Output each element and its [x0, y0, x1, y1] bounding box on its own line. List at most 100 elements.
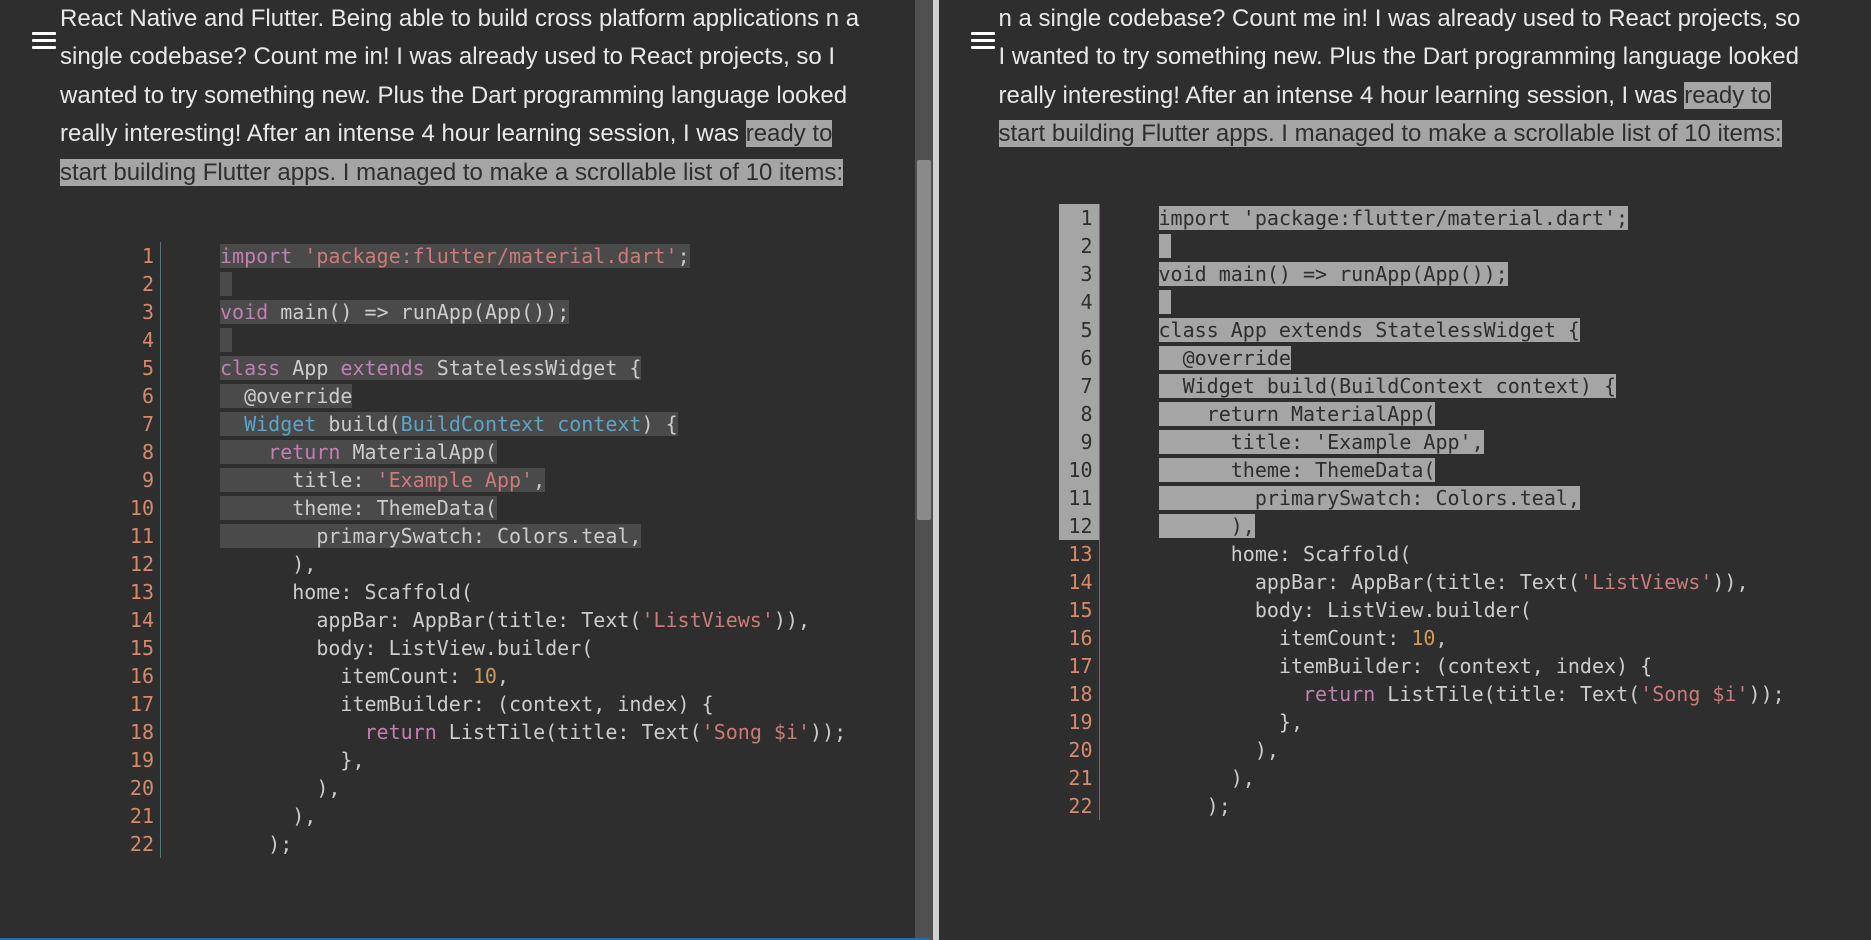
- code-line: 12 ),: [1059, 512, 1812, 540]
- code-line: 6 @override: [1059, 344, 1812, 372]
- code-content: @override: [160, 382, 352, 410]
- line-number: 3: [120, 298, 160, 326]
- code-content: import 'package:flutter/material.dart';: [1099, 204, 1629, 232]
- code-content: theme: ThemeData(: [160, 494, 497, 522]
- code-line: 11 primarySwatch: Colors.teal,: [120, 522, 873, 550]
- scrollbar[interactable]: [915, 0, 933, 940]
- code-content: itemBuilder: (context, index) {: [160, 690, 714, 718]
- right-content: n a single codebase? Count me in! I was …: [939, 0, 1871, 820]
- line-number: 9: [1059, 428, 1099, 456]
- code-line: 16 itemCount: 10,: [1059, 624, 1812, 652]
- code-line: 21 ),: [120, 802, 873, 830]
- code-content: return ListTile(title: Text('Song $i'));: [1099, 680, 1785, 708]
- line-number: 10: [120, 494, 160, 522]
- line-number: 7: [1059, 372, 1099, 400]
- code-content: return ListTile(title: Text('Song $i'));: [160, 718, 846, 746]
- code-content: theme: ThemeData(: [1099, 456, 1436, 484]
- line-number: 19: [1059, 708, 1099, 736]
- code-content: ),: [1099, 736, 1279, 764]
- code-line: 4: [1059, 288, 1812, 316]
- code-block: 1import 'package:flutter/material.dart';…: [120, 242, 873, 858]
- code-line: 18 return ListTile(title: Text('Song $i'…: [1059, 680, 1812, 708]
- code-content: ),: [160, 802, 316, 830]
- code-content: Widget build(BuildContext context) {: [1099, 372, 1617, 400]
- line-number: 17: [1059, 652, 1099, 680]
- code-line: 20 ),: [1059, 736, 1812, 764]
- code-content: primarySwatch: Colors.teal,: [1099, 484, 1580, 512]
- code-line: 13 home: Scaffold(: [120, 578, 873, 606]
- line-number: 8: [1059, 400, 1099, 428]
- code-line: 3void main() => runApp(App());: [120, 298, 873, 326]
- left-pane: React Native and Flutter. Being able to …: [0, 0, 933, 940]
- code-line: 15 body: ListView.builder(: [120, 634, 873, 662]
- code-line: 8 return MaterialApp(: [1059, 400, 1812, 428]
- code-content: [1099, 232, 1171, 260]
- code-content: ),: [1099, 764, 1255, 792]
- paragraph-text: React Native and Flutter. Being able to …: [60, 5, 859, 147]
- code-line: 16 itemCount: 10,: [120, 662, 873, 690]
- line-number: 15: [120, 634, 160, 662]
- line-number: 7: [120, 410, 160, 438]
- line-number: 12: [1059, 512, 1099, 540]
- code-line: 15 body: ListView.builder(: [1059, 596, 1812, 624]
- code-line: 6 @override: [120, 382, 873, 410]
- code-line: 19 },: [1059, 708, 1812, 736]
- scrollbar-thumb[interactable]: [917, 160, 931, 520]
- code-line: 20 ),: [120, 774, 873, 802]
- code-content: ),: [160, 774, 340, 802]
- line-number: 11: [120, 522, 160, 550]
- code-line: 17 itemBuilder: (context, index) {: [120, 690, 873, 718]
- code-content: return MaterialApp(: [160, 438, 497, 466]
- line-number: 5: [1059, 316, 1099, 344]
- line-number: 17: [120, 690, 160, 718]
- left-content: React Native and Flutter. Being able to …: [0, 0, 933, 858]
- code-line: 3void main() => runApp(App());: [1059, 260, 1812, 288]
- line-number: 1: [120, 242, 160, 270]
- code-content: title: 'Example App',: [1099, 428, 1484, 456]
- line-number: 13: [120, 578, 160, 606]
- line-number: 14: [1059, 568, 1099, 596]
- code-content: void main() => runApp(App());: [1099, 260, 1508, 288]
- code-content: itemBuilder: (context, index) {: [1099, 652, 1653, 680]
- line-number: 16: [120, 662, 160, 690]
- code-line: 5class App extends StatelessWidget {: [1059, 316, 1812, 344]
- hamburger-icon[interactable]: [971, 28, 995, 48]
- code-content: home: Scaffold(: [160, 578, 473, 606]
- code-content: Widget build(BuildContext context) {: [160, 410, 678, 438]
- line-number: 14: [120, 606, 160, 634]
- line-number: 15: [1059, 596, 1099, 624]
- code-line: 17 itemBuilder: (context, index) {: [1059, 652, 1812, 680]
- line-number: 20: [1059, 736, 1099, 764]
- code-content: title: 'Example App',: [160, 466, 545, 494]
- line-number: 9: [120, 466, 160, 494]
- code-content: ),: [160, 550, 316, 578]
- code-line: 9 title: 'Example App',: [120, 466, 873, 494]
- code-line: 21 ),: [1059, 764, 1812, 792]
- article-paragraph: React Native and Flutter. Being able to …: [60, 0, 873, 192]
- line-number: 18: [120, 718, 160, 746]
- code-line: 10 theme: ThemeData(: [120, 494, 873, 522]
- code-content: import 'package:flutter/material.dart';: [160, 242, 690, 270]
- code-content: ),: [1099, 512, 1255, 540]
- code-line: 14 appBar: AppBar(title: Text('ListViews…: [1059, 568, 1812, 596]
- code-content: },: [160, 746, 365, 774]
- line-number: 10: [1059, 456, 1099, 484]
- line-number: 4: [120, 326, 160, 354]
- line-number: 20: [120, 774, 160, 802]
- line-number: 21: [1059, 764, 1099, 792]
- code-content: },: [1099, 708, 1304, 736]
- line-number: 13: [1059, 540, 1099, 568]
- line-number: 12: [120, 550, 160, 578]
- paragraph-text: n a single codebase? Count me in! I was …: [999, 5, 1801, 109]
- code-line: 4: [120, 326, 873, 354]
- code-content: body: ListView.builder(: [160, 634, 593, 662]
- code-block: 1import 'package:flutter/material.dart';…: [1059, 204, 1812, 820]
- code-line: 1import 'package:flutter/material.dart';: [120, 242, 873, 270]
- line-number: 21: [120, 802, 160, 830]
- code-line: 2: [120, 270, 873, 298]
- code-line: 2: [1059, 232, 1812, 260]
- code-line: 22 );: [120, 830, 873, 858]
- code-line: 10 theme: ThemeData(: [1059, 456, 1812, 484]
- line-number: 1: [1059, 204, 1099, 232]
- hamburger-icon[interactable]: [32, 28, 56, 48]
